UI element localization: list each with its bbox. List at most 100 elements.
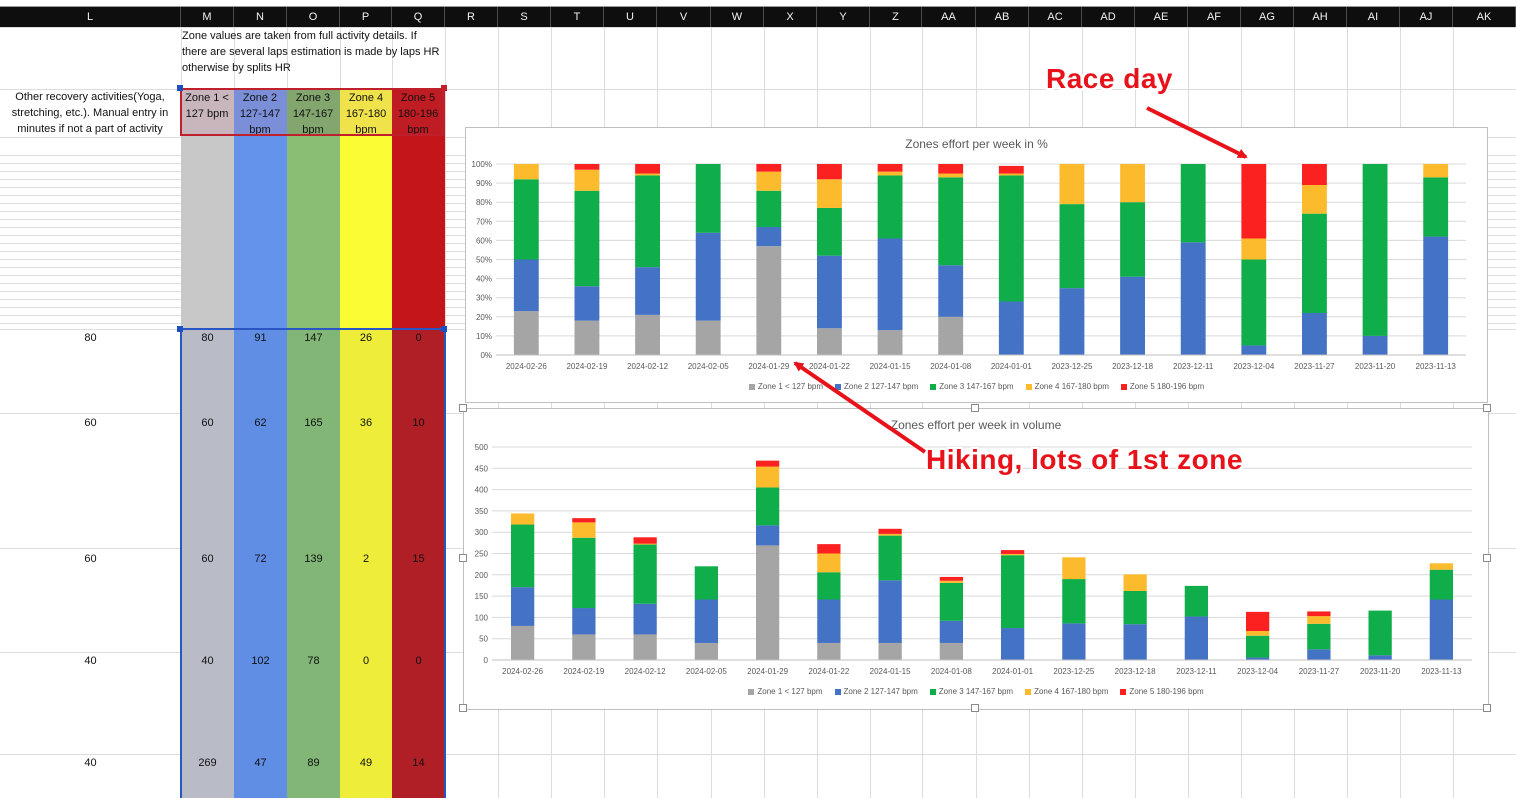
- bar-segment-zone-5-180-196-bpm: [633, 537, 657, 544]
- bar-segment-zone-4-167-180-bpm: [572, 522, 596, 538]
- x-tick-label: 2024-01-22: [809, 362, 850, 371]
- x-tick-label: 2024-02-19: [563, 667, 604, 676]
- y-tick-label: 70%: [476, 217, 492, 226]
- chart-resize-handle[interactable]: [1483, 404, 1491, 412]
- selection-handle[interactable]: [177, 85, 183, 91]
- toolbar-strip: [0, 0, 1516, 7]
- bar-segment-zone-3-147-167-bpm: [1062, 579, 1086, 624]
- bar-segment-zone-3-147-167-bpm: [878, 535, 902, 581]
- column-header-U[interactable]: U: [604, 7, 657, 27]
- column-header-AG[interactable]: AG: [1241, 7, 1294, 27]
- percent-chart[interactable]: Zones effort per week in % 0% 10% 20% 30% 40…: [465, 127, 1488, 403]
- column-header-AB[interactable]: AB: [976, 7, 1029, 27]
- bar-segment-zone-2-127-147-bpm: [1180, 242, 1206, 355]
- selection-handle[interactable]: [441, 326, 447, 332]
- recovery-header-cell[interactable]: Other recovery activities(Yoga, stretchi…: [4, 89, 176, 137]
- bar-segment-zone-2-127-147-bpm: [694, 599, 719, 643]
- bar-segment-zone-4-167-180-bpm: [1429, 563, 1454, 570]
- chart-resize-handle[interactable]: [1483, 704, 1491, 712]
- zone-header-sub-fill: [340, 136, 392, 329]
- bar-segment-zone-3-147-167-bpm: [1180, 164, 1206, 243]
- bar-segment-zone-3-147-167-bpm: [1241, 259, 1267, 346]
- column-header-Y[interactable]: Y: [817, 7, 870, 27]
- column-header-M[interactable]: M: [181, 7, 234, 27]
- legend-label: Zone 4 167-180 bpm: [1034, 687, 1109, 696]
- chart-resize-handle[interactable]: [459, 554, 467, 562]
- legend-label: Zone 2 127-147 bpm: [843, 687, 918, 696]
- chart-resize-handle[interactable]: [459, 704, 467, 712]
- selection-handle[interactable]: [177, 326, 183, 332]
- y-tick-label: 30%: [476, 294, 492, 303]
- bar-segment-zone-1-127-bpm: [510, 625, 535, 660]
- column-header-Z[interactable]: Z: [870, 7, 922, 27]
- column-header-AF[interactable]: AF: [1188, 7, 1241, 27]
- column-header-AC[interactable]: AC: [1029, 7, 1082, 27]
- recovery-cell[interactable]: 80: [0, 332, 181, 344]
- bar-segment-zone-4-167-180-bpm: [756, 171, 782, 191]
- legend-swatch: [929, 688, 936, 695]
- x-tick-label: 2023-12-18: [1115, 667, 1156, 676]
- legend-item: Zone 1 < 127 bpm: [748, 382, 823, 391]
- bar-segment-zone-5-180-196-bpm: [817, 544, 841, 554]
- chart-title: Zones effort per week in %: [905, 137, 1048, 151]
- bar-segment-zone-5-180-196-bpm: [1245, 611, 1270, 632]
- recovery-cell[interactable]: 60: [0, 417, 181, 429]
- bar-segment-zone-4-167-180-bpm: [1241, 238, 1267, 260]
- column-header-AE[interactable]: AE: [1135, 7, 1188, 27]
- bar-segment-zone-4-167-180-bpm: [510, 513, 535, 525]
- bar-segment-zone-3-147-167-bpm: [817, 207, 842, 256]
- legend-label: Zone 3 147-167 bpm: [938, 687, 1014, 696]
- header-selection-border: [180, 88, 444, 136]
- bar-segment-zone-2-127-147-bpm: [877, 238, 903, 331]
- column-header-Q[interactable]: Q: [392, 7, 445, 27]
- column-header-AI[interactable]: AI: [1347, 7, 1400, 27]
- column-header-T[interactable]: T: [551, 7, 604, 27]
- x-tick-label: 2024-02-26: [502, 667, 543, 676]
- y-tick-label: 40%: [476, 275, 492, 284]
- chart-resize-handle[interactable]: [971, 404, 979, 412]
- bar-segment-zone-2-127-147-bpm: [635, 267, 660, 315]
- y-tick-label: 0: [484, 656, 489, 665]
- column-header-O[interactable]: O: [287, 7, 340, 27]
- bar-segment-zone-2-127-147-bpm: [513, 259, 539, 312]
- chart-resize-handle[interactable]: [1483, 554, 1491, 562]
- column-header-AA[interactable]: AA: [922, 7, 976, 27]
- column-header-AH[interactable]: AH: [1294, 7, 1347, 27]
- x-tick-label: 2023-11-20: [1360, 667, 1401, 676]
- column-header-S[interactable]: S: [498, 7, 551, 27]
- column-header-AD[interactable]: AD: [1082, 7, 1135, 27]
- x-tick-label: 2023-12-11: [1173, 362, 1214, 371]
- bar-segment-zone-2-127-147-bpm: [998, 301, 1024, 355]
- column-header-AK[interactable]: AK: [1453, 7, 1516, 27]
- bar-segment-zone-4-167-180-bpm: [817, 179, 842, 208]
- x-tick-label: 2023-11-27: [1299, 667, 1340, 676]
- legend-label: Zone 5 180-196 bpm: [1129, 382, 1205, 391]
- recovery-cell[interactable]: 60: [0, 553, 181, 565]
- chart-resize-handle[interactable]: [971, 704, 979, 712]
- x-tick-label: 2024-01-15: [870, 667, 911, 676]
- bar-segment-zone-3-147-167-bpm: [633, 544, 657, 604]
- column-header-X[interactable]: X: [764, 7, 817, 27]
- recovery-cell[interactable]: 40: [0, 655, 181, 667]
- bar-segment-zone-2-127-147-bpm: [510, 587, 535, 626]
- chart-title: Zones effort per week in volume: [890, 418, 1062, 432]
- column-header-V[interactable]: V: [657, 7, 711, 27]
- zone-note-cell[interactable]: Zone values are taken from full activity…: [182, 28, 444, 76]
- bar-segment-zone-3-147-167-bpm: [635, 175, 660, 268]
- bar-segment-zone-1-127-bpm: [877, 330, 903, 355]
- legend-item: Zone 3 147-167 bpm: [929, 687, 1014, 696]
- column-header-P[interactable]: P: [340, 7, 392, 27]
- selection-handle[interactable]: [441, 85, 447, 91]
- column-header-N[interactable]: N: [234, 7, 287, 27]
- bar-segment-zone-3-147-167-bpm: [1423, 177, 1449, 237]
- column-header-R[interactable]: R: [445, 7, 498, 27]
- bar-segment-zone-4-167-180-bpm: [513, 164, 539, 180]
- column-header-AJ[interactable]: AJ: [1400, 7, 1453, 27]
- column-header-W[interactable]: W: [711, 7, 764, 27]
- recovery-cell[interactable]: 40: [0, 757, 181, 769]
- y-tick-label: 500: [475, 443, 489, 452]
- chart-resize-handle[interactable]: [459, 404, 467, 412]
- bar-segment-zone-1-127-bpm: [939, 642, 964, 660]
- column-header-L[interactable]: L: [0, 7, 181, 27]
- chart-legend: Zone 1 < 127 bpm Zone 2 127-147 bpm Zone 3…: [464, 687, 1488, 696]
